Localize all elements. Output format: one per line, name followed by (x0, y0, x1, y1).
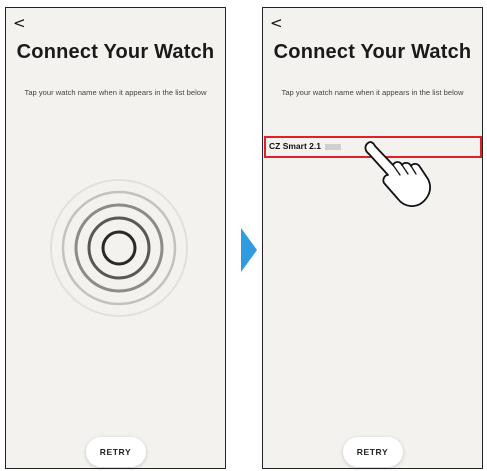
redacted-device-id (324, 143, 341, 150)
page-subtitle: Tap your watch name when it appears in t… (24, 88, 207, 97)
retry-button[interactable]: RETRY (85, 437, 146, 467)
device-list-screen: < Connect Your Watch Tap your watch name… (262, 7, 483, 469)
radar-rings-icon (50, 179, 188, 317)
page-title: Connect Your Watch (273, 41, 472, 63)
hand-pointer-icon (364, 141, 431, 207)
page-title: Connect Your Watch (16, 41, 215, 63)
device-name-label: CZ Smart 2.1 (269, 141, 341, 151)
device-name-text: CZ Smart 2.1 (269, 141, 321, 151)
retry-button[interactable]: RETRY (342, 437, 403, 467)
arrow-right-icon (241, 228, 257, 272)
page-subtitle: Tap your watch name when it appears in t… (281, 88, 464, 97)
scanning-screen: < Connect Your Watch Tap your watch name… (5, 7, 226, 469)
back-button[interactable]: < (270, 16, 283, 31)
back-button[interactable]: < (13, 16, 26, 31)
